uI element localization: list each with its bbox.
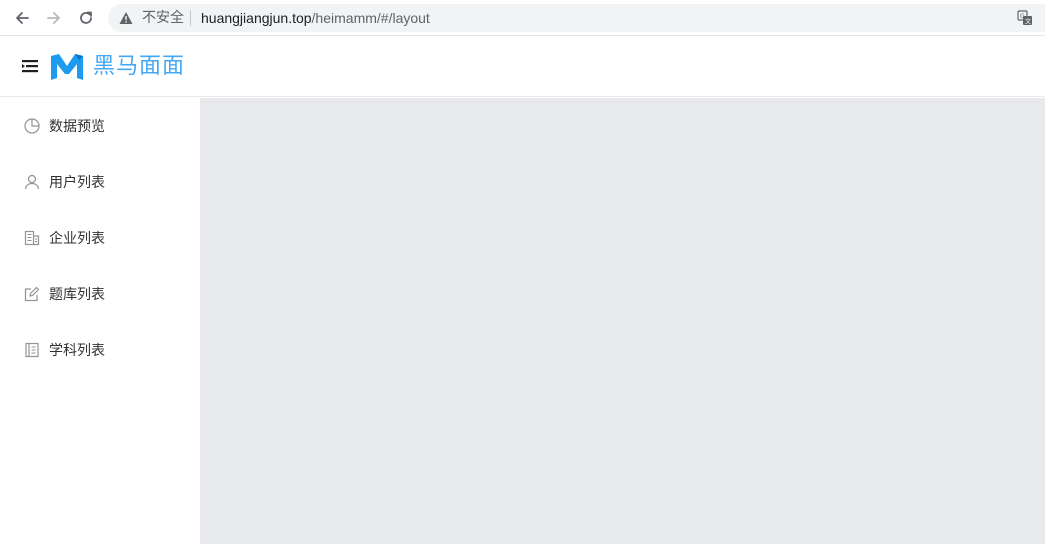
main-content — [200, 98, 1045, 544]
back-icon — [16, 12, 29, 24]
url-path: /heimamm/#/layout — [311, 10, 430, 26]
browser-toolbar: 不安全 huangjiangjun.top/heimamm/#/layout G… — [0, 0, 1045, 36]
sidebar-item-data-overview[interactable]: 数据预览 — [0, 98, 200, 154]
address-bar[interactable]: 不安全 huangjiangjun.top/heimamm/#/layout G… — [108, 4, 1045, 32]
sidebar-item-subjects[interactable]: 学科列表 — [0, 322, 200, 378]
logo-icon — [51, 54, 83, 80]
sidebar-item-label: 用户列表 — [49, 175, 105, 191]
reload-icon — [80, 11, 92, 24]
warning-icon[interactable] — [119, 11, 133, 25]
app-header: 黑马面面 — [0, 37, 1045, 97]
url-host: huangjiangjun.top — [201, 10, 312, 26]
sidebar-item-label: 企业列表 — [49, 231, 105, 247]
reload-button[interactable] — [75, 7, 97, 29]
translate-icon[interactable]: G 文 — [1017, 10, 1033, 26]
sidebar-item-question-bank[interactable]: 题库列表 — [0, 266, 200, 322]
notebook-icon — [24, 342, 40, 358]
back-button[interactable] — [11, 7, 33, 29]
sidebar-item-label: 学科列表 — [49, 343, 105, 359]
security-status-label[interactable]: 不安全 — [142, 9, 184, 27]
pie-chart-icon — [24, 118, 40, 134]
office-building-icon — [24, 230, 40, 246]
app-title: 黑马面面 — [93, 54, 186, 79]
sidebar-item-users[interactable]: 用户列表 — [0, 154, 200, 210]
sidebar-item-label: 数据预览 — [49, 119, 105, 135]
address-separator — [190, 10, 191, 26]
svg-text:文: 文 — [1025, 18, 1031, 26]
url-text[interactable]: huangjiangjun.top/heimamm/#/layout — [201, 9, 430, 27]
forward-button[interactable] — [43, 7, 65, 29]
hamburger-icon[interactable] — [22, 59, 38, 73]
edit-icon — [24, 286, 40, 302]
sidebar-item-enterprises[interactable]: 企业列表 — [0, 210, 200, 266]
sidebar-menu: 数据预览 用户列表 企业列表 题库列表 学科列表 — [0, 98, 200, 544]
forward-icon — [47, 12, 60, 24]
user-icon — [24, 174, 40, 190]
sidebar-item-label: 题库列表 — [49, 287, 105, 303]
